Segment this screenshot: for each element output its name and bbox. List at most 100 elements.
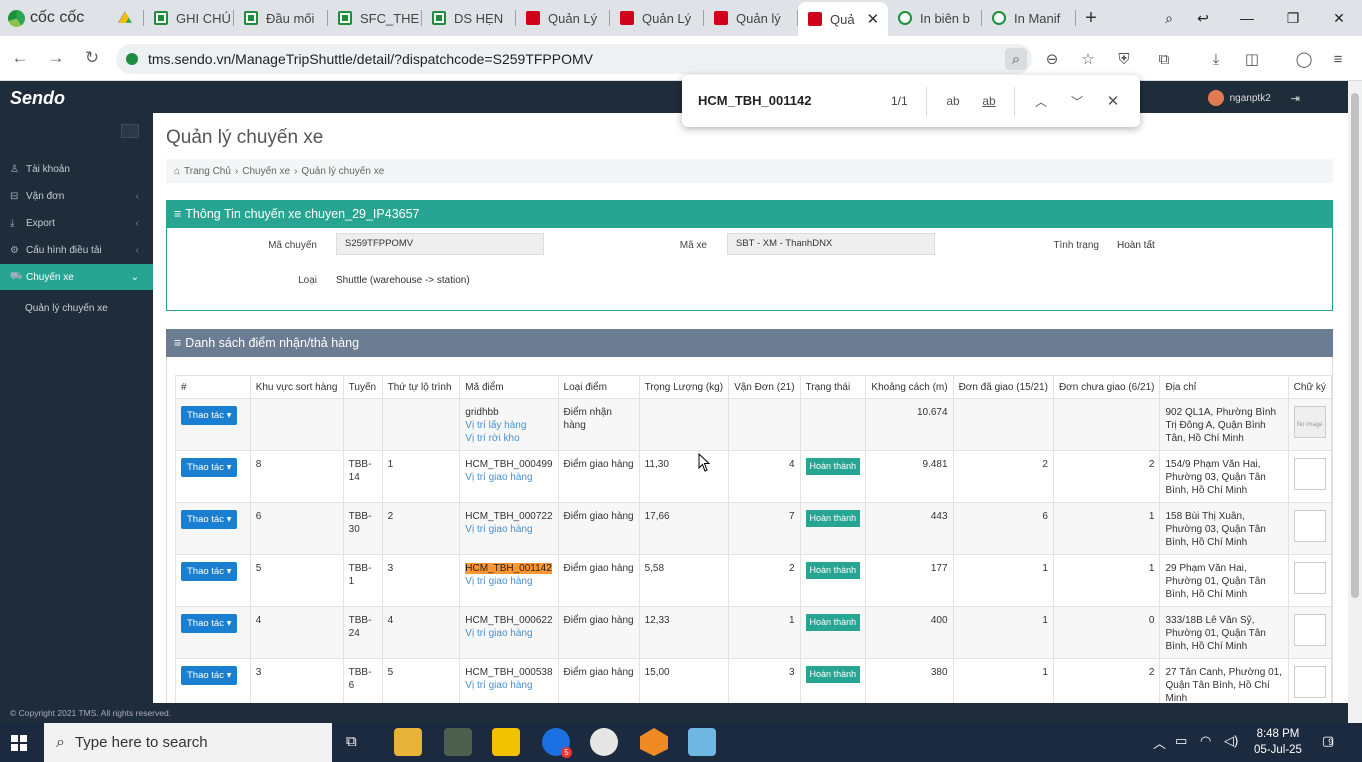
- action-dropdown-button[interactable]: Thao tác ▾: [181, 458, 238, 477]
- signature-image[interactable]: [1293, 666, 1326, 698]
- app-cube-icon[interactable]: [640, 728, 668, 756]
- volume-icon[interactable]: ◁): [1224, 733, 1238, 749]
- close-tab-icon[interactable]: ✕: [867, 10, 880, 28]
- action-dropdown-button[interactable]: Thao tác ▾: [181, 666, 238, 685]
- browser-tab[interactable]: Đầu mối: [234, 0, 328, 36]
- browser-tab[interactable]: [108, 0, 144, 36]
- battery-icon[interactable]: ▭: [1175, 733, 1187, 749]
- find-next-icon[interactable]: ﹀: [1065, 89, 1089, 113]
- action-dropdown-button[interactable]: Thao tác ▾: [181, 510, 238, 529]
- column-header[interactable]: Địa chỉ: [1159, 375, 1289, 399]
- whole-word-button[interactable]: ab: [977, 89, 1001, 113]
- column-header[interactable]: Thứ tự lộ trình: [381, 375, 461, 399]
- column-header[interactable]: Tuyến: [342, 375, 383, 399]
- find-previous-icon[interactable]: ︿: [1029, 89, 1053, 113]
- action-dropdown-button[interactable]: Thao tác ▾: [181, 562, 238, 581]
- close-find-icon[interactable]: ✕: [1101, 89, 1125, 113]
- url-text[interactable]: tms.sendo.vn/ManageTripShuttle/detail/?d…: [148, 51, 593, 67]
- sidebar-toggle-icon[interactable]: [121, 124, 139, 138]
- browser-tab[interactable]: SFC_THE: [328, 0, 422, 36]
- user-menu[interactable]: nganptk2 ⇥: [1207, 90, 1300, 106]
- column-header[interactable]: Chữ ký: [1287, 375, 1332, 399]
- browser-tab[interactable]: GHI CHÚ: [144, 0, 234, 36]
- browser-tab[interactable]: Quản Lý: [610, 0, 704, 36]
- sendo-logo[interactable]: Sendo: [10, 88, 65, 109]
- scrollbar-thumb[interactable]: [1351, 93, 1359, 598]
- column-header[interactable]: Loại điểm: [557, 375, 640, 399]
- restore-button[interactable]: ❐: [1270, 0, 1316, 36]
- column-header[interactable]: Trọng Lượng (kg): [638, 375, 730, 399]
- tray-chevron-icon[interactable]: ︿: [1153, 733, 1166, 752]
- minimize-button[interactable]: —: [1224, 0, 1270, 36]
- browser-tab[interactable]: Quả ✕: [798, 2, 888, 36]
- page-scrollbar[interactable]: [1348, 81, 1362, 723]
- column-header[interactable]: Trạng thái: [799, 375, 867, 399]
- location-link[interactable]: Vị trí giao hàng: [465, 679, 552, 692]
- signature-image[interactable]: [1293, 510, 1326, 542]
- signature-image[interactable]: [1293, 614, 1326, 646]
- signature-image[interactable]: No image: [1293, 406, 1326, 438]
- column-header[interactable]: Mã điểm: [459, 375, 559, 399]
- browser-tab[interactable]: Quản Lý: [516, 0, 610, 36]
- back-icon[interactable]: ←: [6, 44, 34, 72]
- location-link[interactable]: Vị trí rời kho: [465, 432, 552, 445]
- location-link[interactable]: Vị trí giao hàng: [465, 627, 552, 640]
- sidebar-item[interactable]: ♙ Tài khoản: [0, 156, 153, 182]
- sidebar-item[interactable]: ⤓ Export ‹: [0, 210, 153, 236]
- find-input[interactable]: HCM_TBH_001142: [698, 93, 811, 108]
- address-bar[interactable]: tms.sendo.vn/ManageTripShuttle/detail/?d…: [116, 44, 1032, 74]
- back-tab-icon[interactable]: ↩: [1180, 0, 1226, 36]
- location-link[interactable]: Vị trí giao hàng: [465, 471, 552, 484]
- download-icon[interactable]: ⤓: [1206, 49, 1226, 69]
- new-tab-button[interactable]: +: [1076, 7, 1106, 30]
- coccoc-logo[interactable]: cốc cốc: [0, 0, 108, 36]
- action-dropdown-button[interactable]: Thao tác ▾: [181, 614, 238, 633]
- windows-start-icon[interactable]: [11, 735, 27, 751]
- reload-icon[interactable]: ↻: [78, 44, 106, 72]
- column-header[interactable]: Vận Đơn (21): [728, 375, 801, 399]
- location-link[interactable]: Vị trí lấy hàng: [465, 419, 552, 432]
- task-view-icon[interactable]: ⧉: [346, 733, 357, 750]
- column-header[interactable]: Khoảng cách (m): [865, 375, 954, 399]
- wifi-icon[interactable]: ◠: [1200, 733, 1211, 749]
- notification-icon[interactable]: ▢9: [1322, 733, 1334, 749]
- taskbar-search[interactable]: ⌕ Type here to search: [44, 723, 332, 762]
- location-link[interactable]: Vị trí giao hàng: [465, 575, 552, 588]
- column-header[interactable]: Khu vực sort hàng: [249, 375, 344, 399]
- notepad-icon[interactable]: [688, 728, 716, 756]
- location-link[interactable]: Vị trí giao hàng: [465, 523, 552, 536]
- browser-tab[interactable]: In Manif: [982, 0, 1076, 36]
- action-dropdown-button[interactable]: Thao tác ▾: [181, 406, 238, 425]
- signature-image[interactable]: [1293, 562, 1326, 594]
- column-header[interactable]: Đơn đã giao (15/21): [952, 375, 1054, 399]
- sticky-notes-icon[interactable]: [492, 728, 520, 756]
- vpn-icon[interactable]: [590, 728, 618, 756]
- zoom-out-icon[interactable]: ⊖: [1042, 49, 1062, 69]
- sidebar-panel-icon[interactable]: ◫: [1242, 49, 1262, 69]
- menu-icon[interactable]: ≡: [1328, 49, 1348, 69]
- breadcrumb-trips[interactable]: Chuyến xe: [242, 166, 290, 177]
- match-case-button[interactable]: ab: [941, 89, 965, 113]
- browser-tab[interactable]: DS HẸN: [422, 0, 516, 36]
- zalo-icon[interactable]: 5: [542, 728, 572, 758]
- close-window-button[interactable]: ✕: [1316, 0, 1362, 36]
- shield-icon[interactable]: ⛨: [1114, 49, 1134, 69]
- browser-tab[interactable]: In biên b: [888, 0, 982, 36]
- column-header[interactable]: #: [175, 375, 251, 399]
- clock[interactable]: 8:48 PM 05-Jul-25: [1254, 726, 1302, 758]
- coccoc-taskbar-icon[interactable]: [444, 728, 472, 756]
- signature-image[interactable]: [1293, 458, 1326, 490]
- sidebar-item[interactable]: ⚙ Cấu hình điều tải ‹: [0, 237, 153, 263]
- sidebar-item[interactable]: ⛟ Chuyến xe ⌄: [0, 264, 153, 290]
- sidebar-item[interactable]: ⊟ Vận đơn ‹: [0, 183, 153, 209]
- breadcrumb-home[interactable]: Trang Chủ: [184, 166, 231, 177]
- extensions-icon[interactable]: ⧉: [1154, 49, 1174, 69]
- bookmark-star-icon[interactable]: ☆: [1078, 49, 1098, 69]
- forward-icon[interactable]: →: [42, 44, 70, 72]
- column-header[interactable]: Đơn chưa giao (6/21): [1052, 375, 1161, 399]
- logout-icon[interactable]: ⇥: [1291, 92, 1300, 105]
- file-explorer-icon[interactable]: [394, 728, 422, 756]
- browser-tab[interactable]: Quản lý: [704, 0, 798, 36]
- profile-icon[interactable]: ◯: [1294, 49, 1314, 69]
- sidebar-item[interactable]: Quản lý chuyến xe: [0, 295, 153, 321]
